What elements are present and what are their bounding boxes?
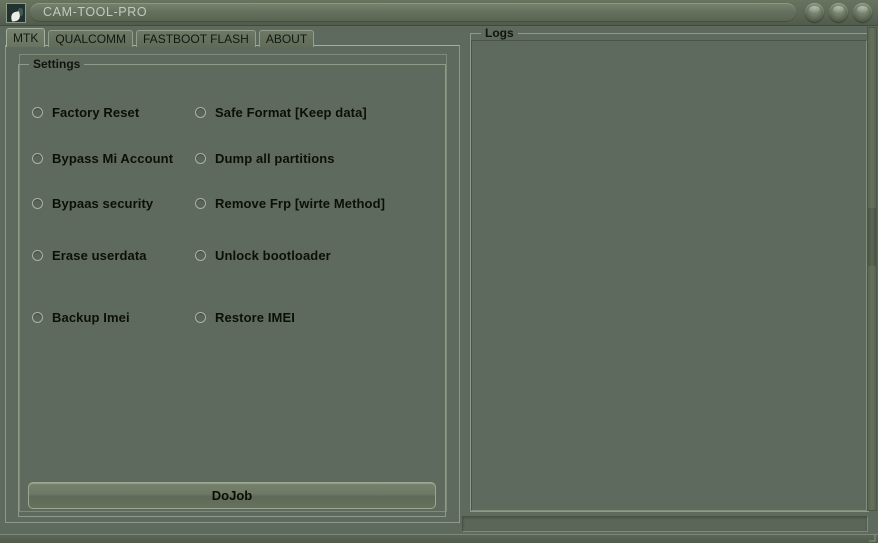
close-button[interactable]	[853, 3, 872, 22]
radio-label-erase-userdata: Erase userdata	[52, 248, 147, 263]
dojob-button-label: DoJob	[211, 488, 253, 503]
resize-grip-icon[interactable]	[868, 534, 876, 542]
maximize-button[interactable]	[829, 3, 848, 22]
tab-qualcomm[interactable]: QUALCOMM	[48, 30, 134, 47]
radio-dot-erase-userdata[interactable]	[32, 250, 43, 261]
tab-about-label: ABOUT	[265, 32, 308, 46]
settings-options-grid: Factory Reset Bypass Mi Account Bypaas s…	[18, 57, 446, 517]
radio-bypass-mi-account[interactable]: Bypass Mi Account	[32, 151, 173, 166]
radio-safe-format[interactable]: Safe Format [Keep data]	[195, 105, 367, 120]
title-bar: CAM-TOOL-PRO	[0, 0, 878, 26]
radio-label-dump-all-partitions: Dump all partitions	[215, 151, 335, 166]
radio-backup-imei[interactable]: Backup Imei	[32, 310, 130, 325]
tab-about[interactable]: ABOUT	[258, 30, 315, 47]
radio-label-backup-imei: Backup Imei	[52, 310, 130, 325]
app-icon-shape	[10, 11, 21, 22]
radio-erase-userdata[interactable]: Erase userdata	[32, 248, 147, 263]
radio-label-remove-frp: Remove Frp [wirte Method]	[215, 196, 386, 211]
radio-remove-frp[interactable]: Remove Frp [wirte Method]	[195, 196, 385, 211]
app-icon	[6, 3, 26, 23]
radio-dot-bypaas-security[interactable]	[32, 198, 43, 209]
logs-output[interactable]	[471, 40, 867, 511]
tab-fastboot-flash-label: FASTBOOT FLASH	[143, 32, 249, 46]
vertical-scrollbar[interactable]	[867, 27, 877, 511]
radio-label-safe-format: Safe Format [Keep data]	[215, 105, 367, 120]
radio-label-factory-reset: Factory Reset	[52, 105, 140, 120]
title-capsule: CAM-TOOL-PRO	[30, 3, 796, 22]
radio-dot-bypass-mi-account[interactable]	[32, 153, 43, 164]
radio-dot-restore-imei[interactable]	[195, 312, 206, 323]
radio-restore-imei[interactable]: Restore IMEI	[195, 310, 295, 325]
tab-qualcomm-label: QUALCOMM	[55, 32, 127, 46]
minimize-button[interactable]	[805, 3, 824, 22]
radio-label-unlock-bootloader: Unlock bootloader	[215, 248, 331, 263]
radio-factory-reset[interactable]: Factory Reset	[32, 105, 139, 120]
radio-dot-backup-imei[interactable]	[32, 312, 43, 323]
tab-fastboot-flash[interactable]: FASTBOOT FLASH	[136, 30, 256, 47]
tab-mtk-label: MTK	[13, 31, 39, 45]
radio-dot-remove-frp[interactable]	[195, 198, 206, 209]
radio-unlock-bootloader[interactable]: Unlock bootloader	[195, 248, 331, 263]
tab-mtk[interactable]: MTK	[6, 28, 46, 47]
radio-label-bypaas-security: Bypaas security	[52, 196, 154, 211]
settings-group: Settings Factory Reset Bypass Mi Account…	[18, 57, 446, 517]
dojob-button[interactable]: DoJob	[28, 482, 436, 509]
radio-dot-dump-all-partitions[interactable]	[195, 153, 206, 164]
radio-label-bypass-mi-account: Bypass Mi Account	[52, 151, 174, 166]
window-bottom-edge	[0, 534, 878, 543]
radio-bypaas-security[interactable]: Bypaas security	[32, 196, 153, 211]
radio-dot-unlock-bootloader[interactable]	[195, 250, 206, 261]
application-window: CAM-TOOL-PRO MTK QUALCOMM FASTBOOT FLASH…	[0, 0, 878, 543]
radio-label-restore-imei: Restore IMEI	[215, 310, 295, 325]
radio-dump-all-partitions[interactable]: Dump all partitions	[195, 151, 335, 166]
settings-group-label: Settings	[29, 57, 85, 71]
radio-dot-safe-format[interactable]	[195, 107, 206, 118]
vertical-scrollbar-thumb[interactable]	[868, 208, 876, 266]
window-controls	[805, 3, 872, 22]
tab-strip: MTK QUALCOMM FASTBOOT FLASH ABOUT	[6, 28, 315, 47]
window-title: CAM-TOOL-PRO	[43, 5, 148, 19]
status-progress-bar	[462, 516, 868, 532]
radio-dot-factory-reset[interactable]	[32, 107, 43, 118]
logs-group-label: Logs	[481, 26, 518, 40]
